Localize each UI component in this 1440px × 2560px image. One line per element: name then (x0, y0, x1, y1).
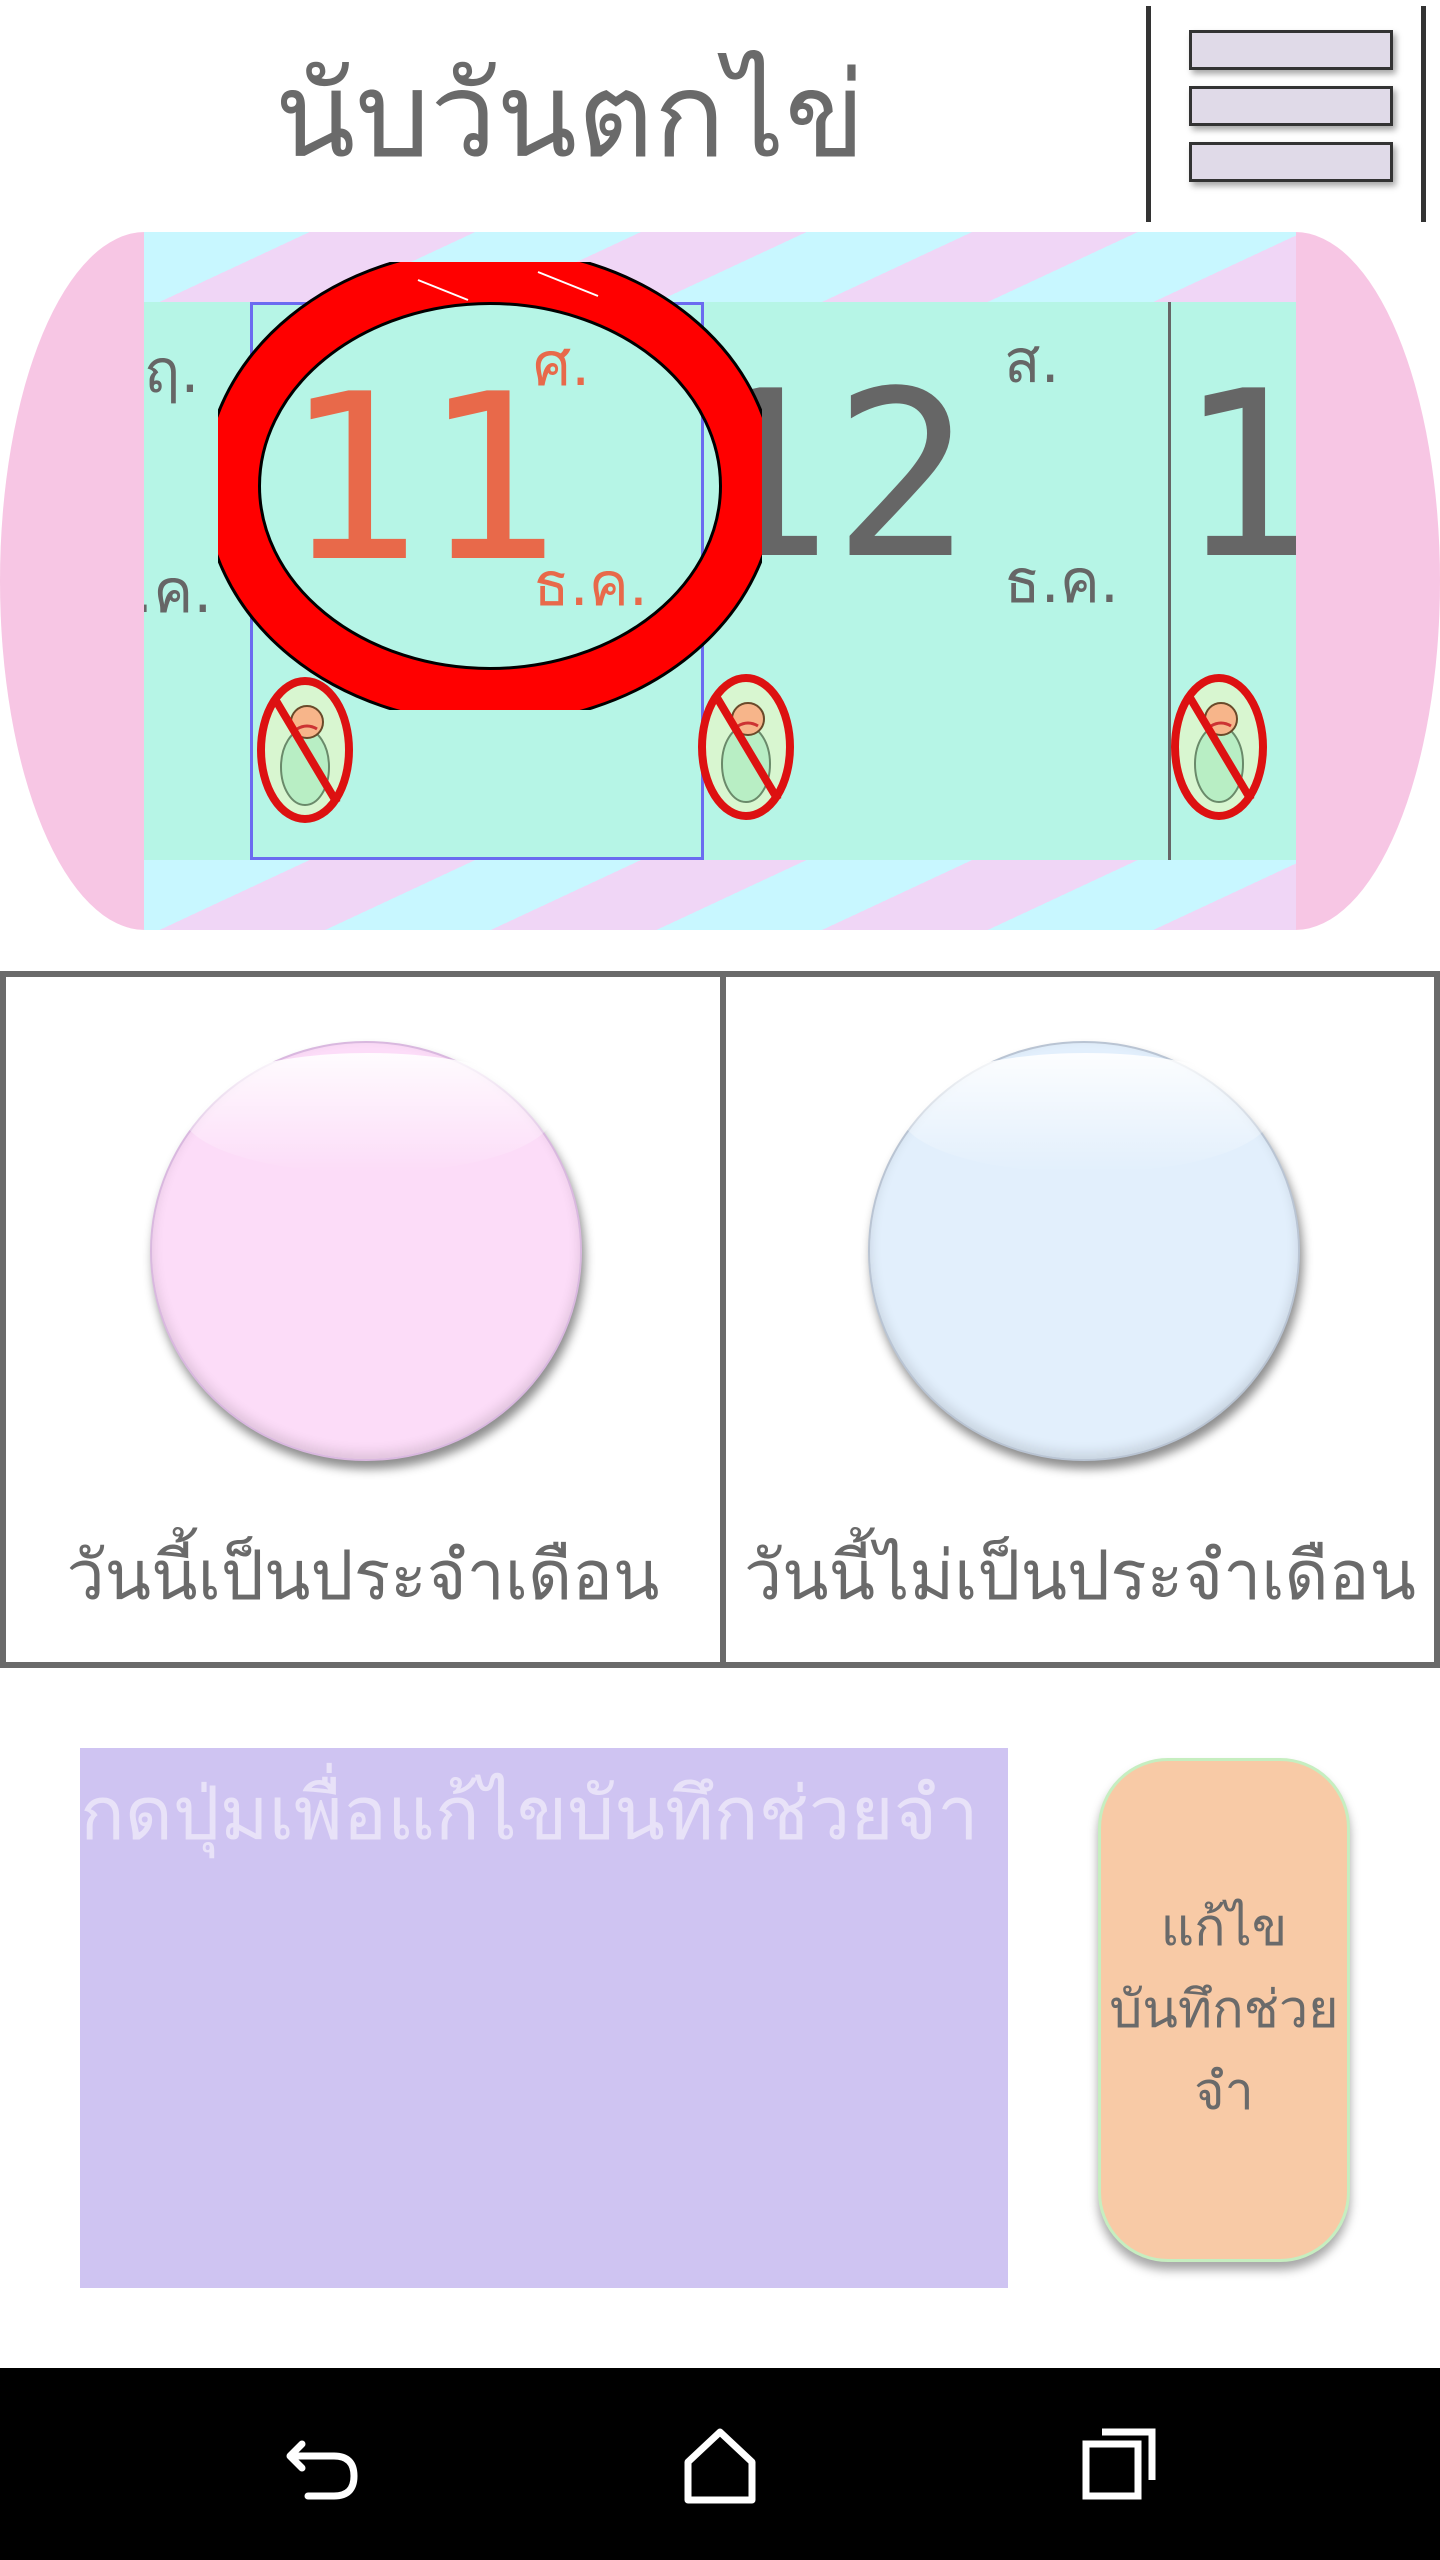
day-of-week: ส. (1004, 327, 1060, 397)
period-yes-button[interactable] (150, 1041, 582, 1461)
memo-note[interactable]: กดปุ่มเพื่อแก้ไขบันทึกช่วยจำ (80, 1748, 1008, 2288)
hamburger-menu-icon[interactable] (1146, 6, 1426, 222)
day-cell-following[interactable]: 1 (1171, 302, 1296, 860)
day-number: 1 (1177, 343, 1296, 610)
memo-placeholder: กดปุ่มเพื่อแก้ไขบันทึกช่วยจำ (80, 1771, 979, 1857)
period-yes-label[interactable]: วันนี้เป็นประจำเดือน (6, 1537, 720, 1617)
day-divider (1168, 302, 1171, 860)
edit-memo-label: แก้ไขบันทึกช่วยจำ (1109, 1898, 1339, 2122)
home-icon[interactable] (670, 2414, 770, 2514)
header: นับวันตกไข่ (0, 0, 1440, 230)
month-label: ธ.ค. (1004, 547, 1119, 617)
menu-bar-bottom (1189, 142, 1393, 182)
day-of-week: ฤ. (144, 337, 200, 407)
day-cell-next[interactable]: 12 ส. ธ.ค. (694, 302, 1168, 860)
edit-memo-button[interactable]: แก้ไขบันทึกช่วยจำ (1098, 1758, 1350, 2262)
period-buttons-panel: วันนี้เป็นประจำเดือน วันนี้ไม่เป็นประจำเ… (0, 971, 1440, 1668)
menu-bar-middle (1189, 86, 1393, 126)
period-no-button[interactable] (868, 1041, 1300, 1461)
back-icon[interactable] (272, 2414, 372, 2514)
page-title: นับวันตกไข่ (274, 46, 866, 184)
today-ring-icon (218, 262, 762, 710)
no-baby-icon (1171, 674, 1267, 820)
menu-bar-top (1189, 30, 1393, 70)
recents-icon[interactable] (1070, 2414, 1170, 2514)
period-no-label[interactable]: วันนี้ไม่เป็นประจำเดือน (726, 1537, 1434, 1617)
month-label: .ค. (144, 557, 213, 627)
app-screen: นับวันตกไข่ ฤ. .ค. 11 ศ. ธ (0, 0, 1440, 2560)
system-nav-bar (0, 2368, 1440, 2560)
stripe-bottom (144, 860, 1296, 930)
